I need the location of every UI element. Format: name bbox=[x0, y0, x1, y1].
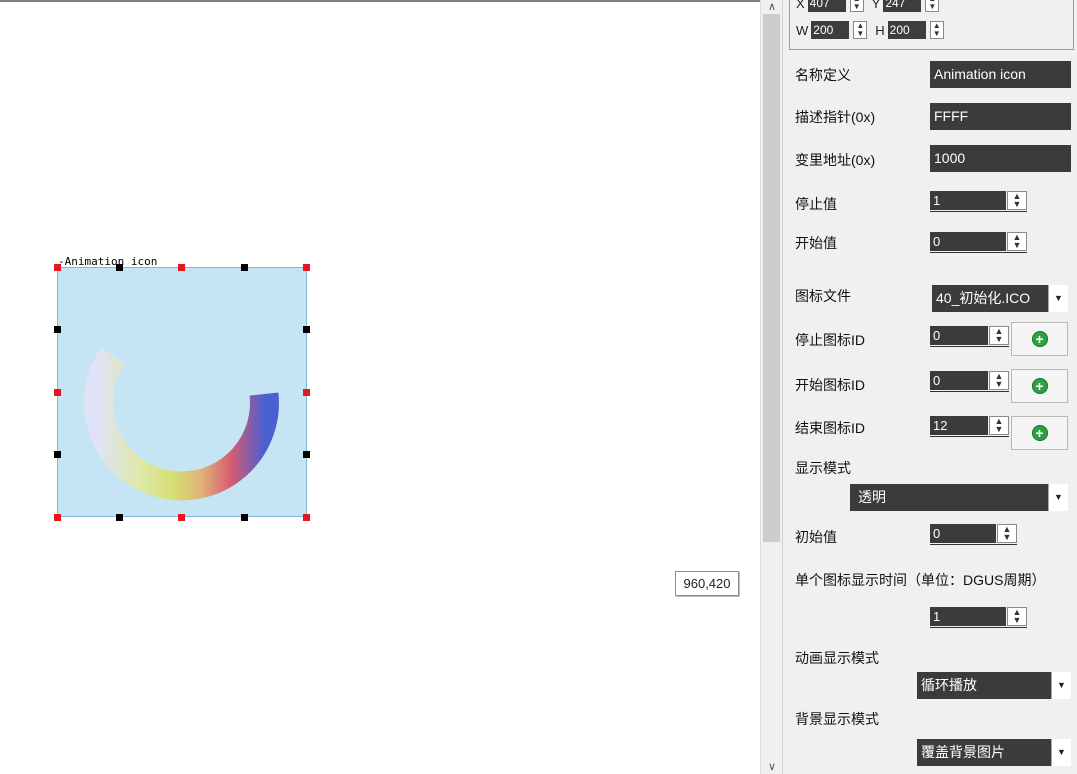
coordinate-tooltip: 960,420 bbox=[675, 571, 739, 596]
var-address-label: 变里地址(0x) bbox=[795, 152, 876, 168]
chevron-down-icon[interactable]: ▼ bbox=[1051, 672, 1071, 699]
geometry-row-xy: X 407 ▲▼ Y 247 ▲▼ bbox=[796, 0, 940, 13]
resize-handle[interactable] bbox=[116, 264, 123, 271]
stop-value-label: 停止值 bbox=[795, 196, 837, 212]
name-input[interactable]: Animation icon bbox=[930, 61, 1071, 88]
resize-handle[interactable] bbox=[54, 264, 61, 271]
resize-handle[interactable] bbox=[54, 514, 61, 521]
y-input[interactable]: 247 bbox=[883, 0, 922, 12]
start-value-input[interactable]: 0 bbox=[930, 232, 1006, 251]
initial-value-input[interactable]: 0 bbox=[930, 524, 996, 543]
w-label: W bbox=[796, 22, 809, 38]
resize-handle[interactable] bbox=[303, 264, 310, 271]
green-plus-icon: + bbox=[1031, 378, 1048, 394]
underline bbox=[930, 544, 1017, 545]
desc-pointer-input[interactable]: FFFF bbox=[930, 103, 1071, 130]
w-input[interactable]: 200 bbox=[811, 21, 850, 39]
resize-handle[interactable] bbox=[303, 514, 310, 521]
background-mode-dropdown[interactable]: 覆盖背景图片 ▼ bbox=[917, 739, 1071, 766]
design-canvas[interactable]: -Animation icon 960,420 bbox=[0, 0, 760, 774]
up-down-spinner-icon[interactable]: ▲▼ bbox=[1007, 607, 1027, 626]
icon-file-value: 40_初始化.ICO bbox=[936, 290, 1031, 306]
underline bbox=[930, 627, 1027, 628]
end-icon-id-label: 结束图标ID bbox=[795, 420, 865, 436]
chevron-down-icon[interactable]: ▼ bbox=[1048, 285, 1068, 312]
resize-handle[interactable] bbox=[54, 326, 61, 333]
start-icon-id-label: 开始图标ID bbox=[795, 377, 865, 393]
geometry-row-wh: W 200 ▲ ▼ H 200 ▲ ▼ bbox=[796, 20, 944, 40]
animation-icon-widget[interactable] bbox=[57, 267, 307, 517]
resize-handle[interactable] bbox=[178, 514, 185, 521]
underline bbox=[930, 436, 1009, 437]
up-down-spinner-icon[interactable]: ▲▼ bbox=[849, 0, 864, 12]
add-end-icon-button[interactable]: + bbox=[1011, 416, 1068, 450]
resize-handle[interactable] bbox=[303, 326, 310, 333]
property-panel: X 407 ▲▼ Y 247 ▲▼ W 200 ▲▼ H 200 ▲▼ 名称定义… bbox=[782, 0, 1077, 774]
y-label: Y bbox=[871, 0, 881, 11]
chevron-down-icon[interactable]: ▼ bbox=[1051, 739, 1071, 766]
resize-handle[interactable] bbox=[178, 264, 185, 271]
resize-handle[interactable] bbox=[116, 514, 123, 521]
scroll-up-arrow-icon[interactable]: ∧ bbox=[761, 0, 783, 14]
icon-file-dropdown[interactable]: 40_初始化.ICO ▼ bbox=[932, 285, 1068, 312]
start-value-label: 开始值 bbox=[795, 235, 837, 251]
up-down-spinner-icon[interactable]: ▲▼ bbox=[989, 371, 1009, 390]
icon-file-label: 图标文件 bbox=[795, 288, 851, 304]
up-down-spinner-icon[interactable]: ▲▼ bbox=[989, 326, 1009, 345]
animation-mode-dropdown[interactable]: 循环播放 ▼ bbox=[917, 672, 1071, 699]
geometry-group: X 407 ▲▼ Y 247 ▲▼ W 200 ▲▼ H 200 ▲▼ bbox=[789, 0, 1074, 50]
up-down-spinner-icon[interactable]: ▲▼ bbox=[925, 0, 940, 12]
scroll-down-arrow-icon[interactable]: ∨ bbox=[761, 760, 783, 774]
underline bbox=[930, 346, 1009, 347]
animation-mode-value: 循环播放 bbox=[921, 677, 977, 693]
background-mode-value: 覆盖背景图片 bbox=[921, 744, 1005, 760]
x-input[interactable]: 407 bbox=[807, 0, 846, 12]
resize-handle[interactable] bbox=[303, 451, 310, 458]
display-mode-dropdown[interactable]: 透明 ▼ bbox=[850, 484, 1068, 511]
canvas-vertical-scrollbar[interactable]: ∧ ∨ bbox=[760, 0, 782, 774]
animation-ring-icon bbox=[84, 347, 279, 501]
resize-handle[interactable] bbox=[54, 389, 61, 396]
add-stop-icon-button[interactable]: + bbox=[1011, 322, 1068, 356]
frame-time-input[interactable]: 1 bbox=[930, 607, 1006, 626]
name-label: 名称定义 bbox=[795, 67, 851, 83]
green-plus-icon: + bbox=[1031, 425, 1048, 441]
resize-handle[interactable] bbox=[54, 451, 61, 458]
frame-time-label: 单个图标显示时间（单位：DGUS周期） bbox=[795, 572, 1046, 588]
resize-handle[interactable] bbox=[241, 514, 248, 521]
end-icon-id-input[interactable]: 12 bbox=[930, 416, 988, 435]
chevron-down-icon[interactable]: ▼ bbox=[1048, 484, 1068, 511]
start-icon-id-input[interactable]: 0 bbox=[930, 371, 988, 390]
h-input[interactable]: 200 bbox=[887, 21, 926, 39]
up-down-spinner-icon[interactable]: ▲▼ bbox=[1007, 191, 1027, 210]
stop-icon-id-label: 停止图标ID bbox=[795, 332, 865, 348]
resize-handle[interactable] bbox=[241, 264, 248, 271]
desc-pointer-label: 描述指针(0x) bbox=[795, 109, 876, 125]
up-down-spinner-icon[interactable]: ▲▼ bbox=[997, 524, 1017, 543]
display-mode-label: 显示模式 bbox=[795, 460, 851, 476]
background-mode-label: 背景显示模式 bbox=[795, 711, 879, 727]
h-label: H bbox=[875, 22, 885, 38]
up-down-spinner-icon[interactable]: ▲▼ bbox=[853, 21, 868, 39]
underline bbox=[930, 252, 1027, 253]
canvas-top-border bbox=[0, 0, 760, 2]
green-plus-icon: + bbox=[1031, 331, 1048, 347]
display-mode-value: 透明 bbox=[858, 489, 886, 505]
initial-value-label: 初始值 bbox=[795, 529, 837, 545]
x-label: X bbox=[796, 0, 805, 11]
add-start-icon-button[interactable]: + bbox=[1011, 369, 1068, 403]
animation-mode-label: 动画显示模式 bbox=[795, 650, 879, 666]
resize-handle[interactable] bbox=[303, 389, 310, 396]
underline bbox=[930, 391, 1009, 392]
scrollbar-thumb[interactable] bbox=[763, 14, 780, 542]
var-address-input[interactable]: 1000 bbox=[930, 145, 1071, 172]
up-down-spinner-icon[interactable]: ▲▼ bbox=[929, 21, 944, 39]
up-down-spinner-icon[interactable]: ▲▼ bbox=[1007, 232, 1027, 251]
stop-value-input[interactable]: 1 bbox=[930, 191, 1006, 210]
underline bbox=[930, 211, 1027, 212]
up-down-spinner-icon[interactable]: ▲▼ bbox=[989, 416, 1009, 435]
stop-icon-id-input[interactable]: 0 bbox=[930, 326, 988, 345]
